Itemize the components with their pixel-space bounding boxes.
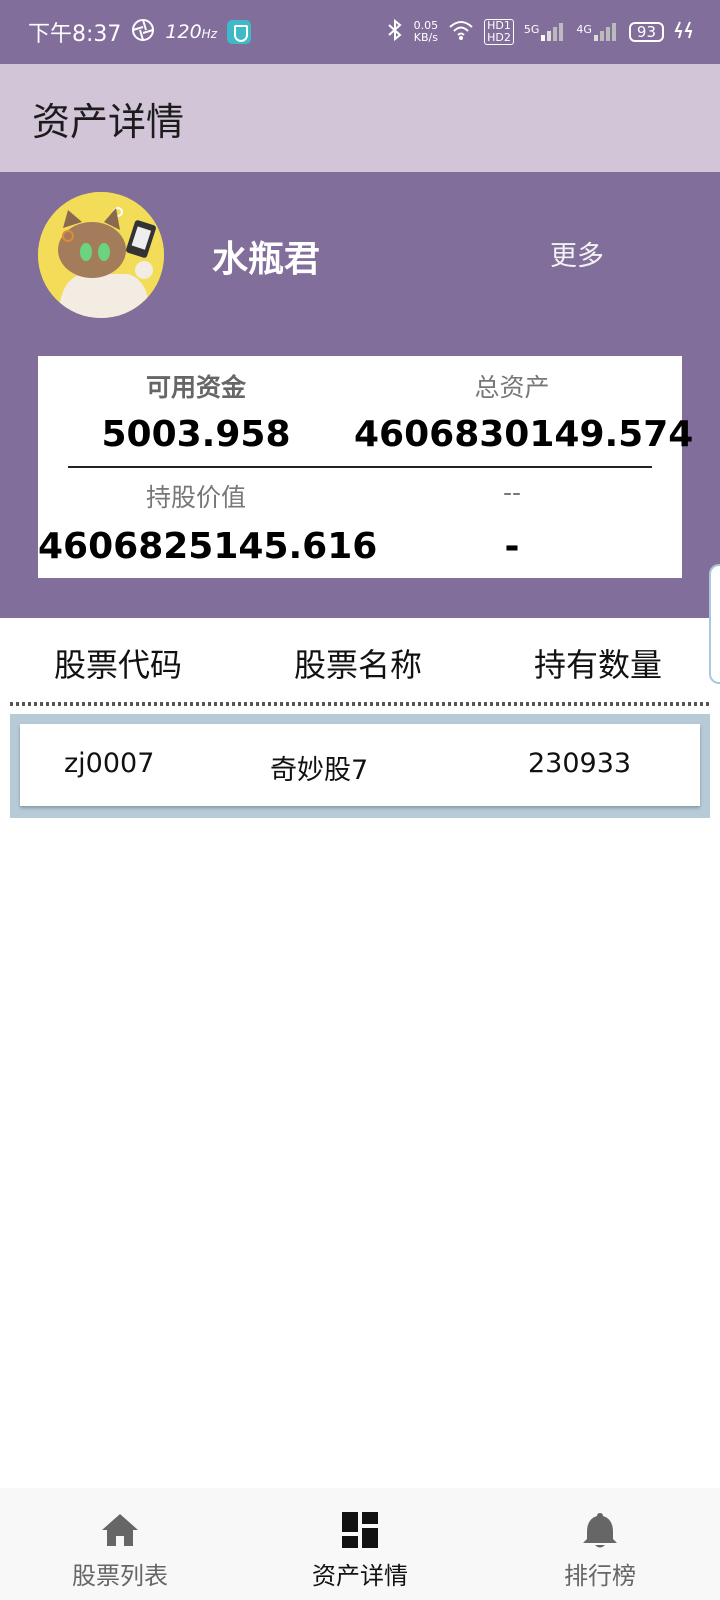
bluetooth-icon <box>386 18 404 46</box>
divider <box>68 466 652 468</box>
nav-asset-details[interactable]: 资产详情 <box>240 1488 480 1600</box>
extra-label-cell: -- <box>354 478 670 507</box>
extra-label: -- <box>502 478 522 507</box>
more-button[interactable]: 更多 <box>550 234 604 273</box>
status-time: 下午8:37 <box>28 22 122 47</box>
nav-stock-list-label: 股票列表 <box>72 1562 168 1590</box>
header-stock-code: 股票代码 <box>54 646 183 684</box>
refresh-rate: 120Hz <box>165 21 217 43</box>
table-row-card[interactable]: zj0007 奇妙股7 230933 <box>20 724 700 806</box>
header-quantity: 持有数量 <box>534 646 663 684</box>
total-assets-value: 4606830149.574 <box>354 414 694 455</box>
signal-5g: 5G <box>524 23 567 41</box>
holding-value: 4606825145.616 <box>38 526 378 567</box>
hd-badge: HD1 HD2 <box>484 19 514 45</box>
header-stock-name: 股票名称 <box>294 646 423 684</box>
charging-icon <box>674 20 696 44</box>
aperture-icon <box>131 18 155 47</box>
total-assets-value-cell: 4606830149.574 <box>354 414 693 455</box>
dashboard-icon <box>340 1510 380 1550</box>
bell-icon <box>580 1510 620 1550</box>
username: 水瓶君 <box>212 239 321 280</box>
total-assets-label: 总资产 <box>474 373 550 402</box>
holding-value-label-cell: 持股价值 <box>38 478 354 514</box>
signal-4g: 4G <box>576 23 619 41</box>
extra-value: - <box>504 526 520 567</box>
extra-value-cell: - <box>354 526 670 567</box>
nav-leaderboard-label: 排行榜 <box>564 1562 636 1590</box>
row-stock-code: zj0007 <box>64 748 155 779</box>
shield-icon <box>227 20 251 44</box>
row-quantity: 230933 <box>528 748 632 779</box>
wifi-icon <box>448 19 474 45</box>
home-icon <box>100 1510 140 1550</box>
total-assets-label-cell: 总资产 <box>354 368 670 404</box>
holdings-table-header: 股票代码 股票名称 持有数量 <box>0 618 720 706</box>
holding-value-label: 持股价值 <box>145 483 246 512</box>
table-row[interactable]: zj0007 奇妙股7 230933 <box>10 714 710 818</box>
available-funds-label: 可用资金 <box>145 373 246 402</box>
profile-header: 水瓶君 更多 可用资金 5003.958 总资产 4606830149.574 … <box>0 172 720 618</box>
avatar[interactable] <box>38 192 164 318</box>
nav-asset-details-label: 资产详情 <box>312 1562 408 1590</box>
available-funds-value-cell: 5003.958 <box>38 414 354 455</box>
nav-stock-list[interactable]: 股票列表 <box>0 1488 240 1600</box>
available-funds-value: 5003.958 <box>101 414 291 455</box>
available-funds-label-cell: 可用资金 <box>38 368 354 404</box>
row-stock-name: 奇妙股7 <box>270 755 369 786</box>
header-divider <box>10 702 710 706</box>
asset-summary-card: 可用资金 5003.958 总资产 4606830149.574 持股价值 46… <box>38 356 693 578</box>
holding-value-cell: 4606825145.616 <box>38 526 377 567</box>
status-bar: 下午8:37 120Hz 0.05 KB/s HD1 HD2 5G 4G 93 <box>0 0 720 64</box>
page-title: 资产详情 <box>32 99 185 144</box>
bottom-navigation: 股票列表 资产详情 排行榜 <box>0 1488 720 1600</box>
app-bar: 资产详情 <box>0 64 720 172</box>
battery-indicator: 93 <box>628 22 664 42</box>
network-speed: 0.05 KB/s <box>413 19 439 44</box>
nav-leaderboard[interactable]: 排行榜 <box>480 1488 720 1600</box>
cat-avatar-illustration <box>38 192 164 318</box>
